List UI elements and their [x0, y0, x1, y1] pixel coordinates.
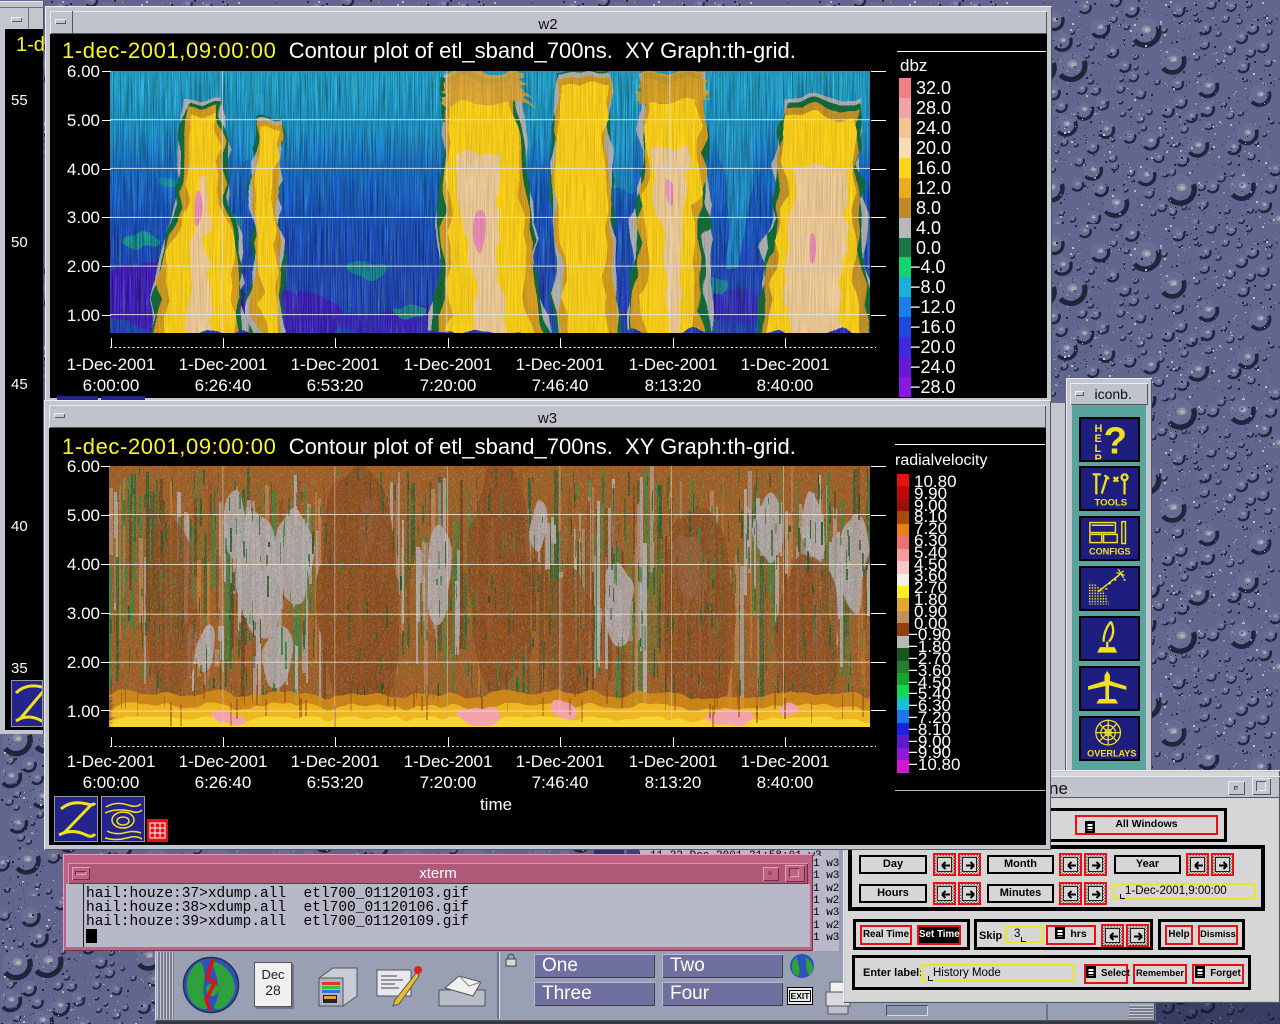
- svg-text:?: ?: [1103, 419, 1126, 459]
- svg-text:OVERLAYS: OVERLAYS: [1087, 748, 1136, 758]
- svg-text:P: P: [1094, 452, 1101, 459]
- svg-text:TOOLS: TOOLS: [1094, 497, 1127, 508]
- svg-text:CONFIGS: CONFIGS: [1089, 546, 1131, 556]
